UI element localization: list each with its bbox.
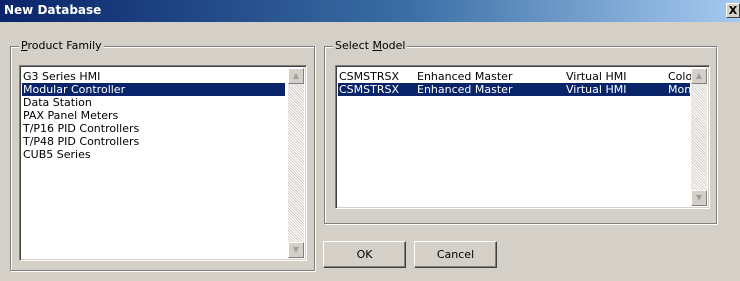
list-item[interactable]: Data Station <box>22 96 285 109</box>
ok-button[interactable]: OK <box>323 241 406 268</box>
model-name: Enhanced Master <box>417 83 513 96</box>
product-family-label: Product Family <box>19 39 104 52</box>
scroll-up-arrow-icon[interactable]: ▲ <box>691 68 707 84</box>
table-row[interactable]: CSMSTRSX Enhanced Master Virtual HMI Mon… <box>338 83 698 96</box>
list-item[interactable]: PAX Panel Meters <box>22 109 285 122</box>
select-model-list[interactable]: CSMSTRSX Enhanced Master Virtual HMI Col… <box>335 65 710 209</box>
list-item[interactable]: T/P48 PID Controllers <box>22 135 285 148</box>
list-item[interactable]: G3 Series HMI <box>22 70 285 83</box>
cancel-button[interactable]: Cancel <box>414 241 497 268</box>
list-item[interactable]: Modular Controller <box>22 83 285 96</box>
window-title: New Database <box>4 3 102 17</box>
product-family-group: Product Family G3 Series HMI Modular Con… <box>10 39 315 271</box>
model-code: CSMSTRSX <box>339 83 400 96</box>
table-row[interactable]: CSMSTRSX Enhanced Master Virtual HMI Col… <box>338 70 697 83</box>
product-family-scrollbar[interactable]: ▲ ▼ <box>288 68 304 258</box>
scroll-down-arrow-icon[interactable]: ▼ <box>288 242 304 258</box>
model-name: Enhanced Master <box>417 70 513 83</box>
list-item[interactable]: CUB5 Series <box>22 148 285 161</box>
select-model-group: Select Model CSMSTRSX Enhanced Master Vi… <box>324 39 717 224</box>
model-code: CSMSTRSX <box>339 70 400 83</box>
select-model-label: Select Model <box>333 39 408 52</box>
select-model-scrollbar[interactable]: ▲ ▼ <box>691 68 707 206</box>
title-bar[interactable]: New Database X <box>0 0 740 22</box>
scroll-down-arrow-icon[interactable]: ▼ <box>691 190 707 206</box>
product-family-list[interactable]: G3 Series HMI Modular Controller Data St… <box>19 65 307 261</box>
scroll-up-arrow-icon[interactable]: ▲ <box>288 68 304 84</box>
close-icon[interactable]: X <box>726 3 740 18</box>
model-target: Virtual HMI <box>566 83 627 96</box>
list-item[interactable]: T/P16 PID Controllers <box>22 122 285 135</box>
model-target: Virtual HMI <box>566 70 627 83</box>
